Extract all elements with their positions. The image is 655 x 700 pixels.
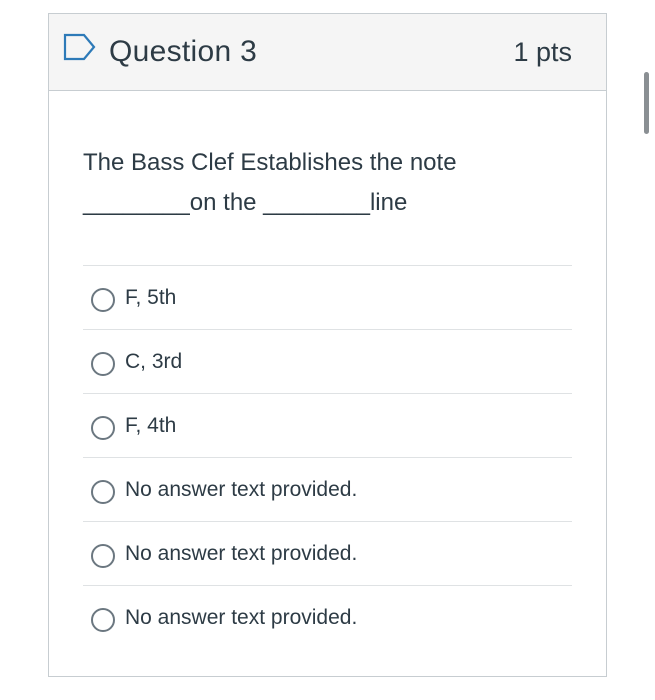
answer-option-4[interactable]: No answer text provided. [83, 458, 572, 522]
answer-list: F, 5th C, 3rd F, 4th No answer text prov… [83, 265, 572, 650]
answer-option-3[interactable]: F, 4th [83, 394, 572, 458]
question-points: 1 pts [513, 36, 572, 67]
answer-label: No answer text provided. [125, 477, 358, 501]
radio-button[interactable] [91, 543, 115, 568]
question-title: Question 3 [109, 35, 258, 68]
question-card: Question 3 1 pts The Bass Clef Establish… [48, 13, 607, 677]
scrollbar-thumb[interactable] [644, 72, 649, 134]
radio-button[interactable] [91, 415, 115, 440]
question-body: The Bass Clef Establishes the note _____… [49, 91, 606, 650]
answer-label: No answer text provided. [125, 606, 358, 629]
question-text: The Bass Clef Establishes the note _____… [83, 149, 457, 216]
radio-button[interactable] [91, 479, 115, 504]
flag-icon[interactable] [63, 33, 97, 61]
radio-button[interactable] [91, 608, 115, 632]
answer-label: F, 4th [125, 413, 177, 437]
answer-label: No answer text provided. [125, 541, 358, 565]
answer-option-2[interactable]: C, 3rd [83, 330, 572, 394]
answer-label: C, 3rd [125, 349, 183, 373]
question-header: Question 3 1 pts [49, 14, 606, 91]
answer-option-1[interactable]: F, 5th [83, 266, 572, 330]
radio-button[interactable] [91, 287, 115, 312]
answer-option-5[interactable]: No answer text provided. [83, 522, 572, 586]
answer-label: F, 5th [125, 285, 177, 309]
radio-button[interactable] [91, 351, 115, 376]
answer-option-6[interactable]: No answer text provided. [83, 586, 572, 650]
